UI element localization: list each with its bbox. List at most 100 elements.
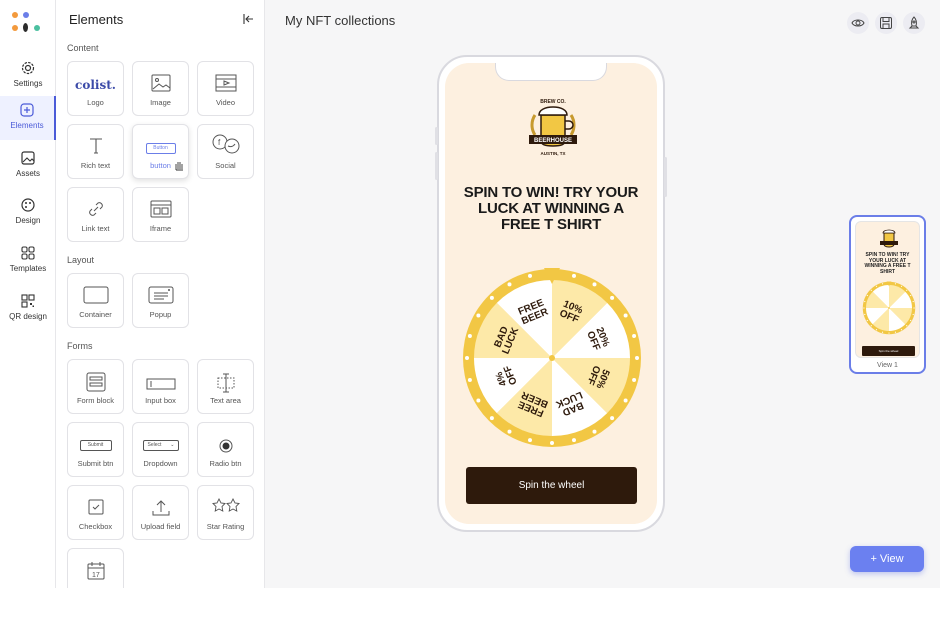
- publish-button[interactable]: [903, 12, 925, 34]
- thumbnail-wheel: [862, 281, 916, 335]
- preview-button[interactable]: [847, 12, 869, 34]
- chevron-down-icon: ⌄: [170, 442, 175, 448]
- svg-text:17: 17: [92, 572, 100, 579]
- element-tile-image[interactable]: Image: [132, 61, 189, 116]
- palette-icon: [21, 198, 35, 212]
- wheel-light-dot: [910, 319, 912, 322]
- phone-side-button: [435, 127, 438, 145]
- wheel-light-dot: [894, 331, 897, 333]
- tile-label: Submit btn: [77, 459, 114, 468]
- page-title: My NFT collections: [285, 13, 396, 28]
- element-tile-social[interactable]: f Social: [197, 124, 254, 179]
- tile-label: Upload field: [140, 522, 181, 531]
- svg-text:f: f: [218, 138, 221, 147]
- wheel-light-dot: [610, 295, 615, 300]
- wheel-light-dot: [571, 438, 576, 443]
- wheel-light-dot: [528, 438, 533, 443]
- view-label: View 1: [877, 362, 898, 369]
- wheel-light-dot: [489, 416, 494, 421]
- element-tile-popup[interactable]: Popup: [132, 273, 189, 328]
- panel-title: Elements: [69, 12, 124, 27]
- wheel-light-dot: [476, 313, 481, 318]
- thumbnail-title: SPIN TO WIN! TRY YOUR LUCK AT WINNING A …: [864, 252, 911, 275]
- wheel-light-dot: [467, 334, 472, 339]
- rail-item-design[interactable]: Design: [0, 191, 56, 235]
- wheel-light-dot: [632, 334, 637, 339]
- brand-top-text: BREW CO.: [540, 99, 566, 105]
- wheel-light-dot: [864, 313, 866, 316]
- element-tile-link-text[interactable]: Link text: [67, 187, 124, 242]
- add-view-button[interactable]: + View: [850, 546, 924, 572]
- wheel-light-dot: [467, 377, 472, 382]
- tile-label: Text area: [210, 396, 241, 405]
- wheel-light-dot: [550, 441, 554, 445]
- tile-label: Radio btn: [209, 459, 242, 468]
- wheel-light-dot: [875, 329, 878, 331]
- wheel-light-dot: [863, 307, 865, 309]
- video-icon: [215, 74, 236, 92]
- campaign-canvas[interactable]: BREW CO. BEERHOUSE AUSTIN, TX SPIN TO WI…: [445, 63, 657, 524]
- element-tile-rich-text[interactable]: Rich text: [67, 124, 124, 179]
- element-tile-submit-btn[interactable]: Submit Submit btn: [67, 422, 124, 477]
- text-area-icon: [217, 373, 234, 393]
- rail-item-qr-design[interactable]: QR design: [0, 287, 56, 331]
- promo-title[interactable]: SPIN TO WIN! TRY YOUR LUCK AT WINNING A …: [463, 185, 639, 233]
- spin-the-wheel-button[interactable]: Spin the wheel: [466, 467, 637, 504]
- prize-wheel[interactable]: 10%OFF20%OFF50%OFFBADLUCKFREEBEER4%OFFBA…: [457, 263, 647, 453]
- brand-location-text: AUSTIN, TX: [540, 151, 565, 156]
- wheel-light-dot: [912, 300, 914, 303]
- wheel-light-dot: [623, 313, 628, 318]
- phone-notch: [495, 63, 607, 81]
- element-tile-logo[interactable]: colist. Logo: [67, 61, 124, 116]
- tile-label: Image: [150, 98, 171, 107]
- wheel-hub: [888, 307, 890, 309]
- tile-label: Social: [215, 161, 236, 170]
- tile-label: Logo: [87, 98, 104, 107]
- wheel-light-dot: [592, 429, 597, 434]
- wheel-light-dot: [866, 319, 868, 322]
- element-tile-radio-btn[interactable]: Radio btn: [197, 422, 254, 477]
- rail-item-assets[interactable]: Assets: [0, 144, 56, 188]
- element-tile-dropdown[interactable]: Select ⌄ Dropdown: [132, 422, 189, 477]
- wheel-light-dot: [870, 289, 872, 291]
- element-tile-button[interactable]: Button button: [132, 124, 189, 179]
- iframe-icon: [150, 200, 171, 218]
- wheel-light-dot: [610, 416, 615, 421]
- element-tile-iframe[interactable]: Iframe: [132, 187, 189, 242]
- rail-item-label: Assets: [15, 169, 40, 178]
- element-tile-container[interactable]: Container: [67, 273, 124, 328]
- image-icon: [21, 151, 35, 165]
- checkbox-icon: [88, 499, 103, 515]
- element-tile-text-area[interactable]: Text area: [197, 359, 254, 414]
- wheel-hub: [549, 355, 555, 361]
- beerhouse-logo[interactable]: BREW CO. BEERHOUSE AUSTIN, TX: [523, 97, 583, 171]
- collapse-panel-icon[interactable]: [242, 13, 254, 25]
- rail-item-label: Design: [15, 216, 41, 225]
- wheel-light-dot: [894, 283, 897, 285]
- element-tile-star-rating[interactable]: Star Rating: [197, 485, 254, 540]
- rail-item-templates[interactable]: Templates: [0, 239, 56, 283]
- tile-label: Container: [79, 310, 112, 319]
- rail-item-settings[interactable]: Settings: [0, 54, 56, 98]
- wheel-light-dot: [870, 325, 872, 327]
- wheel-light-dot: [900, 329, 903, 331]
- tile-label: Checkbox: [78, 522, 113, 531]
- elements-panel: Elements Content colist. Logo Image Vide…: [56, 0, 265, 588]
- rail-item-label: Settings: [13, 79, 43, 88]
- save-button[interactable]: [875, 12, 897, 34]
- wheel-light-dot: [913, 307, 915, 309]
- wheel-light-dot: [912, 313, 914, 316]
- app-logo-icon[interactable]: [10, 10, 46, 36]
- element-tile-date-picker[interactable]: 17: [67, 548, 124, 588]
- tile-label: Input box: [145, 396, 176, 405]
- section-label-content: Content: [67, 43, 99, 53]
- container-icon: [83, 286, 108, 304]
- rail-item-elements[interactable]: Elements: [0, 96, 56, 140]
- button-tile-preview: Button: [145, 143, 176, 154]
- element-tile-input-box[interactable]: Input box: [132, 359, 189, 414]
- element-tile-upload-field[interactable]: Upload field: [132, 485, 189, 540]
- element-tile-video[interactable]: Video: [197, 61, 254, 116]
- view-thumbnail-1[interactable]: SPIN TO WIN! TRY YOUR LUCK AT WINNING A …: [849, 215, 926, 374]
- element-tile-form-block[interactable]: Form block: [67, 359, 124, 414]
- element-tile-checkbox[interactable]: Checkbox: [67, 485, 124, 540]
